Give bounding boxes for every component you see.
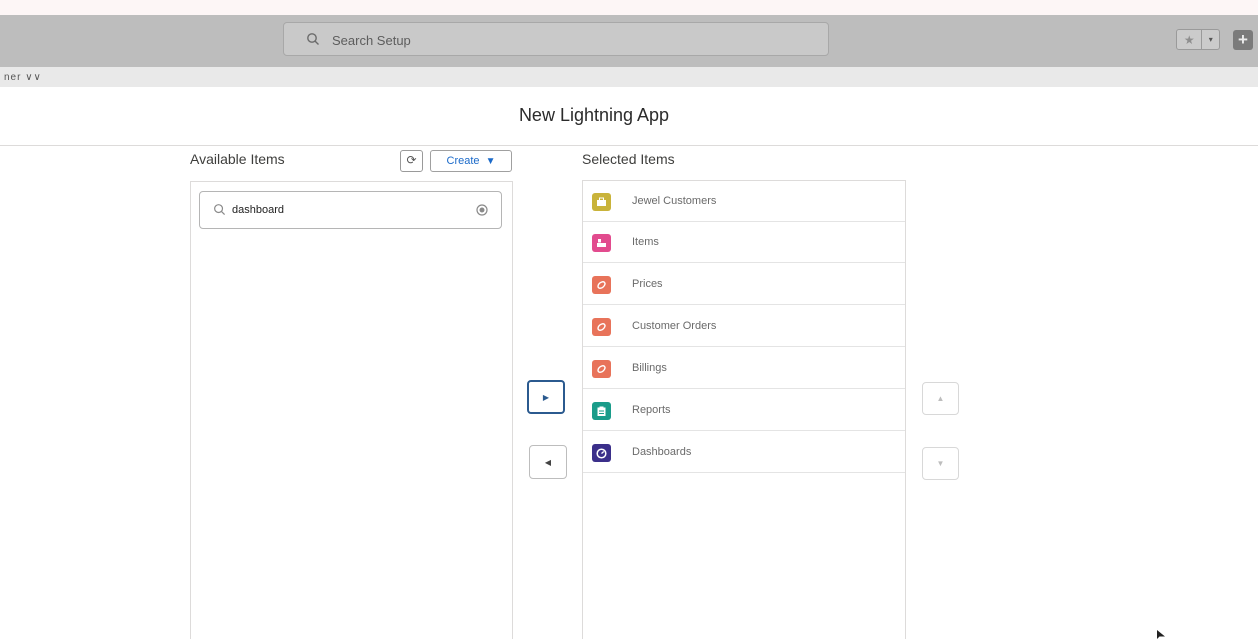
selected-item-jewel-customers[interactable]: Jewel Customers [583,181,905,222]
favorites-group: ★ ▾ [1176,29,1220,50]
search-icon [214,204,226,216]
case-icon [592,193,611,211]
move-down-button[interactable]: ▼ [922,447,959,480]
move-to-available-button[interactable]: ◀ [529,445,567,479]
available-items-list[interactable] [190,181,513,639]
product-icon [592,234,611,252]
selected-item-label: Reports [632,404,671,416]
chevron-right-icon: ▶ [542,392,550,402]
selected-item-label: Dashboards [632,446,692,458]
top-strip [0,0,1258,15]
available-items-filter[interactable]: dashboard [199,191,502,229]
filter-value[interactable]: dashboard [232,204,284,216]
move-to-selected-button[interactable]: ▶ [527,380,565,414]
context-crumb[interactable]: ner ∨∨ [4,72,42,83]
dashboard-icon [592,444,611,462]
move-up-button[interactable]: ▲ [922,382,959,415]
tag-icon [592,276,611,294]
report-icon [592,402,611,420]
selected-item-customer-orders[interactable]: Customer Orders [583,306,905,347]
setup-search-box[interactable] [283,22,829,56]
selected-item-label: Items [632,236,659,248]
create-button[interactable]: Create ▼ [430,150,512,172]
selected-item-label: Prices [632,278,663,290]
chevron-down-icon: ▼ [936,459,945,468]
context-bar: ner ∨∨ [0,67,1258,87]
selected-item-billings[interactable]: Billings [583,348,905,389]
search-setup-input[interactable] [330,29,814,51]
chevron-left-icon: ◀ [544,457,552,467]
modal-title: New Lightning App [518,105,670,125]
chevron-up-icon: ▲ [936,394,945,403]
clear-icon[interactable] [476,204,488,216]
tag-icon [592,360,611,378]
selected-item-label: Billings [632,362,667,374]
search-icon [307,33,319,45]
chevron-down-icon: ▼ [485,155,496,167]
modal-header: New Lightning App [0,87,1258,146]
selected-item-reports[interactable]: Reports [583,390,905,431]
tag-icon [592,318,611,336]
selected-item-prices[interactable]: Prices [583,264,905,305]
selected-item-label: Customer Orders [632,320,717,332]
favorites-star-icon[interactable]: ★ [1177,30,1203,49]
selected-item-label: Jewel Customers [632,195,717,207]
available-items-label: Available Items [190,151,285,167]
mouse-cursor-icon [1157,630,1165,639]
refresh-icon: ⟳ [406,153,417,167]
favorites-dropdown-icon[interactable]: ▾ [1202,30,1219,49]
selected-item-items[interactable]: Items [583,222,905,263]
selected-items-label: Selected Items [582,151,675,167]
global-add-button[interactable]: + [1233,30,1253,50]
selected-item-dashboards[interactable]: Dashboards [583,432,905,473]
refresh-button[interactable]: ⟳ [400,150,423,172]
create-button-label: Create [446,155,480,167]
